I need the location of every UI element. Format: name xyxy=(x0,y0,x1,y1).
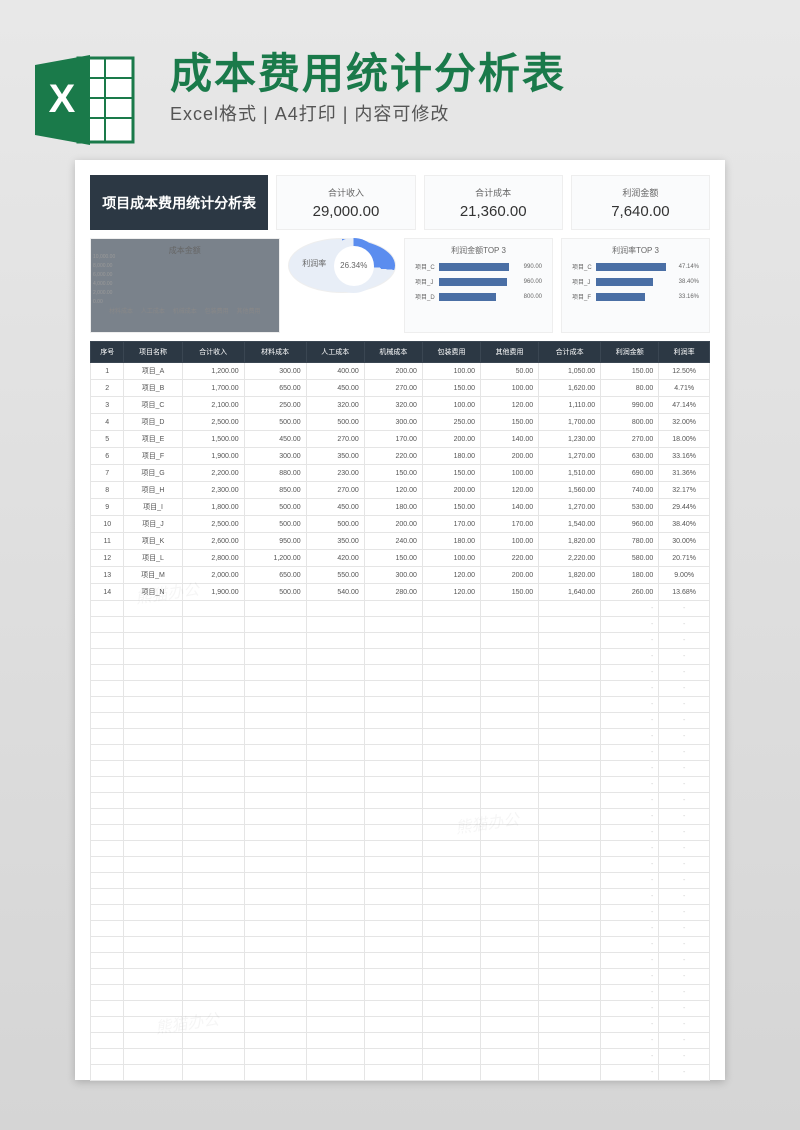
bar-y-axis: 10,000.008,000.006,000.004,000.002,000.0… xyxy=(93,253,115,307)
table-row: 6项目_F1,900.00300.00350.00220.00180.00200… xyxy=(91,448,710,465)
promo-title: 成本费用统计分析表 xyxy=(170,40,566,101)
table-row-empty: -- xyxy=(91,809,710,825)
table-row-empty: -- xyxy=(91,681,710,697)
svg-text:X: X xyxy=(49,77,76,121)
income-label: 合计收入 xyxy=(328,186,364,199)
table-header: 合计收入 xyxy=(182,342,244,363)
table-row-empty: -- xyxy=(91,729,710,745)
bar-item: 包装费用 xyxy=(205,295,229,315)
table-row: 7项目_G2,200.00880.00230.00150.00150.00100… xyxy=(91,465,710,482)
table-row-empty: -- xyxy=(91,953,710,969)
table-row-empty: -- xyxy=(91,777,710,793)
hbar-row: 项目_J960.00 xyxy=(415,277,542,286)
summary-cost: 合计成本 21,360.00 xyxy=(424,175,563,230)
table-row-empty: -- xyxy=(91,601,710,617)
cost-bar-chart: 成本金额 10,000.008,000.006,000.004,000.002,… xyxy=(90,238,280,333)
excel-icon: X xyxy=(30,50,140,155)
hbar-row: 项目_C47.14% xyxy=(572,262,699,271)
profit-amount-top3: 利润金额TOP 3 项目_C990.00 项目_J960.00 项目_D800.00 xyxy=(404,238,553,333)
table-row-empty: -- xyxy=(91,713,710,729)
profit-rate-top3: 利润率TOP 3 项目_C47.14% 项目_J38.40% 项目_F33.16% xyxy=(561,238,710,333)
table-row-empty: -- xyxy=(91,1065,710,1081)
table-row: 2项目_B1,700.00650.00450.00270.00150.00100… xyxy=(91,380,710,397)
table-row-empty: -- xyxy=(91,793,710,809)
table-row-empty: -- xyxy=(91,825,710,841)
table-row: 9项目_I1,800.00500.00450.00180.00150.00140… xyxy=(91,499,710,516)
hbar-row: 项目_D800.00 xyxy=(415,292,542,301)
hbar-row: 项目_J38.40% xyxy=(572,277,699,286)
excel-sheet-preview: 项目成本费用统计分析表 合计收入 29,000.00 合计成本 21,360.0… xyxy=(75,160,725,1080)
table-row-empty: -- xyxy=(91,921,710,937)
profit-value: 7,640.00 xyxy=(611,203,669,220)
table-row-empty: -- xyxy=(91,633,710,649)
table-row-empty: -- xyxy=(91,985,710,1001)
hbar-row: 项目_C990.00 xyxy=(415,262,542,271)
table-row: 4项目_D2,500.00500.00500.00300.00250.00150… xyxy=(91,414,710,431)
table-row-empty: -- xyxy=(91,889,710,905)
table-header: 项目名称 xyxy=(124,342,182,363)
donut-value: 26.34% xyxy=(334,246,374,286)
table-row-empty: -- xyxy=(91,969,710,985)
table-row-empty: -- xyxy=(91,745,710,761)
table-header: 人工成本 xyxy=(306,342,364,363)
table-header: 合计成本 xyxy=(539,342,601,363)
table-header: 其他费用 xyxy=(481,342,539,363)
table-row-empty: -- xyxy=(91,1049,710,1065)
table-row: 5项目_E1,500.00450.00270.00170.00200.00140… xyxy=(91,431,710,448)
promo-subtitle: Excel格式 | A4打印 | 内容可修改 xyxy=(170,100,449,126)
bar-chart-title: 成本金额 xyxy=(97,245,273,256)
table-row-empty: -- xyxy=(91,649,710,665)
sheet-title: 项目成本费用统计分析表 xyxy=(90,175,268,230)
table-row-empty: -- xyxy=(91,857,710,873)
table-row-empty: -- xyxy=(91,1017,710,1033)
table-row-empty: -- xyxy=(91,873,710,889)
table-header: 序号 xyxy=(91,342,124,363)
table-header: 机械成本 xyxy=(364,342,422,363)
summary-profit: 利润金额 7,640.00 xyxy=(571,175,710,230)
table-row: 10项目_J2,500.00500.00500.00200.00170.0017… xyxy=(91,516,710,533)
table-row: 8项目_H2,300.00850.00270.00120.00200.00120… xyxy=(91,482,710,499)
donut-ring: 26.34% xyxy=(326,238,381,293)
table-row: 11项目_K2,600.00950.00350.00240.00180.0010… xyxy=(91,533,710,550)
table-row-empty: -- xyxy=(91,1033,710,1049)
profit-rate-donut: 利润率 26.34% xyxy=(288,238,397,293)
top3-amount-title: 利润金额TOP 3 xyxy=(411,245,546,256)
cost-value: 21,360.00 xyxy=(460,203,527,220)
promo-header: X 成本费用统计分析表 Excel格式 | A4打印 | 内容可修改 xyxy=(0,20,800,150)
summary-income: 合计收入 29,000.00 xyxy=(276,175,415,230)
table-row-empty: -- xyxy=(91,761,710,777)
table-header: 包装费用 xyxy=(422,342,480,363)
table-header: 材料成本 xyxy=(244,342,306,363)
table-row: 14项目_N1,900.00500.00540.00280.00120.0015… xyxy=(91,584,710,601)
table-row-empty: -- xyxy=(91,905,710,921)
table-row: 1项目_A1,200.00300.00400.00200.00100.0050.… xyxy=(91,363,710,380)
hbar-row: 项目_F33.16% xyxy=(572,292,699,301)
top3-rate-title: 利润率TOP 3 xyxy=(568,245,703,256)
bar-item: 人工成本 xyxy=(141,276,165,315)
income-value: 29,000.00 xyxy=(313,203,380,220)
profit-label: 利润金额 xyxy=(622,186,658,199)
table-header: 利润率 xyxy=(659,342,710,363)
bar-item: 机械成本 xyxy=(173,288,197,316)
table-row: 12项目_L2,800.001,200.00420.00150.00100.00… xyxy=(91,550,710,567)
table-row-empty: -- xyxy=(91,841,710,857)
table-row-empty: -- xyxy=(91,1001,710,1017)
donut-title: 利润率 xyxy=(302,258,326,269)
table-header: 利润金额 xyxy=(601,342,659,363)
table-row-empty: -- xyxy=(91,665,710,681)
cost-label: 合计成本 xyxy=(475,186,511,199)
table-row-empty: -- xyxy=(91,937,710,953)
data-table: 序号项目名称合计收入材料成本人工成本机械成本包装费用其他费用合计成本利润金额利润… xyxy=(90,341,710,1081)
table-row-empty: -- xyxy=(91,697,710,713)
table-row-empty: -- xyxy=(91,617,710,633)
table-row: 13项目_M2,000.00650.00550.00300.00120.0020… xyxy=(91,567,710,584)
bar-item: 其他费用 xyxy=(237,296,261,315)
table-row: 3项目_C2,100.00250.00320.00320.00100.00120… xyxy=(91,397,710,414)
